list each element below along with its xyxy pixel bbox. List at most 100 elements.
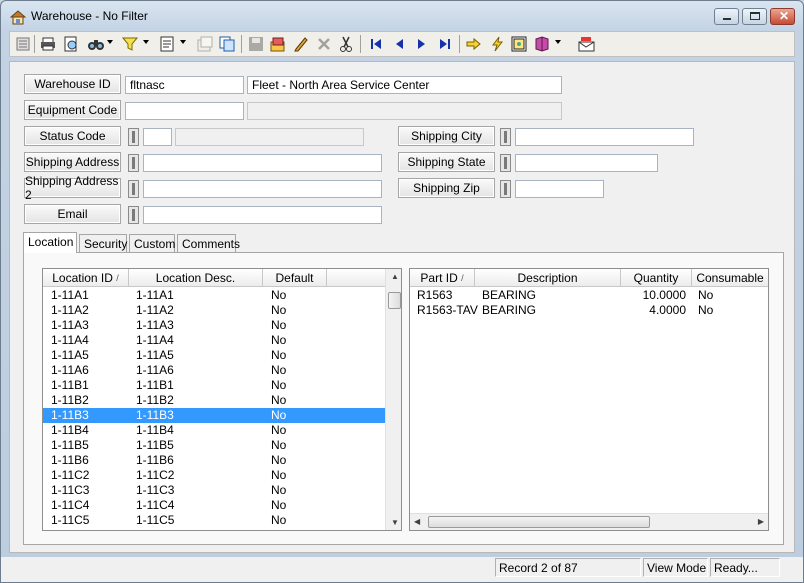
- previous-record-icon[interactable]: [390, 35, 408, 53]
- shipping-city-label-button[interactable]: Shipping City: [398, 126, 495, 146]
- table-row[interactable]: 1-11C2 1-11C2 No: [43, 468, 385, 483]
- first-record-icon[interactable]: [367, 35, 385, 53]
- edit-icon[interactable]: [292, 35, 310, 53]
- maximize-button[interactable]: [742, 8, 767, 25]
- table-cell: No: [271, 363, 287, 377]
- book-dropdown-arrow[interactable]: [555, 40, 561, 44]
- shipping-address-field[interactable]: [143, 154, 382, 172]
- scroll-thumb[interactable]: [428, 516, 650, 528]
- lightning-icon[interactable]: [488, 35, 506, 53]
- warehouse-description-field[interactable]: Fleet - North Area Service Center: [247, 76, 562, 94]
- table-row[interactable]: 1-11A3 1-11A3 No: [43, 318, 385, 333]
- email-handle[interactable]: [128, 206, 139, 224]
- book-icon[interactable]: [533, 35, 551, 53]
- table-row[interactable]: 1-11A1 1-11A1 No: [43, 288, 385, 303]
- column-header-part-id[interactable]: Part ID /: [410, 269, 475, 287]
- close-button[interactable]: ✕: [770, 8, 795, 25]
- table-row[interactable]: 1-11A6 1-11A6 No: [43, 363, 385, 378]
- tab-security[interactable]: Security: [79, 234, 127, 252]
- scroll-down-icon[interactable]: ▼: [391, 518, 399, 527]
- location-grid-vertical-scrollbar[interactable]: ▲ ▼: [385, 269, 401, 530]
- shipping-address2-label-button[interactable]: Shipping Address 2: [24, 174, 121, 202]
- table-row[interactable]: 1-11A2 1-11A2 No: [43, 303, 385, 318]
- column-header-default[interactable]: Default: [263, 269, 327, 287]
- table-row[interactable]: R1563-TAV BEARING 4.0000 No: [410, 303, 768, 318]
- table-row[interactable]: 1-11B6 1-11B6 No: [43, 453, 385, 468]
- parts-grid-horizontal-scrollbar[interactable]: ◀ ▶: [410, 513, 768, 530]
- delete-icon[interactable]: [315, 35, 333, 53]
- picture-icon[interactable]: [510, 35, 528, 53]
- table-row[interactable]: R1563 BEARING 10.0000 No: [410, 288, 768, 303]
- shipping-address-label-button[interactable]: Shipping Address: [24, 152, 121, 172]
- save-icon[interactable]: [247, 35, 265, 53]
- shipping-city-handle[interactable]: [500, 128, 511, 146]
- scroll-thumb[interactable]: [388, 292, 401, 309]
- column-header-location-desc[interactable]: Location Desc.: [129, 269, 263, 287]
- filter-icon[interactable]: [121, 35, 139, 53]
- title-bar[interactable]: Warehouse - No Filter ✕: [1, 1, 803, 31]
- column-header-quantity[interactable]: Quantity: [621, 269, 692, 287]
- tab-comments[interactable]: Comments: [177, 234, 240, 252]
- table-cell: 1-11A2: [51, 303, 89, 317]
- new-record-icon[interactable]: [269, 35, 287, 53]
- shipping-state-field[interactable]: [515, 154, 658, 172]
- equipment-code-label-button[interactable]: Equipment Code: [24, 100, 121, 120]
- table-row[interactable]: 1-11A4 1-11A4 No: [43, 333, 385, 348]
- table-row[interactable]: 1-11C5 1-11C5 No: [43, 513, 385, 528]
- shipping-address-handle[interactable]: [128, 154, 139, 172]
- column-header-location-id[interactable]: Location ID /: [43, 269, 129, 287]
- table-row[interactable]: 1-11A5 1-11A5 No: [43, 348, 385, 363]
- report-dropdown-arrow[interactable]: [180, 40, 186, 44]
- shipping-city-field[interactable]: [515, 128, 694, 146]
- report-icon[interactable]: [158, 35, 176, 53]
- table-cell: 1-11C4: [51, 498, 90, 512]
- properties-icon[interactable]: [196, 35, 214, 53]
- email-field[interactable]: [143, 206, 382, 224]
- table-cell: 1-11A1: [136, 288, 174, 302]
- table-row[interactable]: 1-11B4 1-11B4 No: [43, 423, 385, 438]
- print-icon[interactable]: [39, 35, 57, 53]
- scroll-left-icon[interactable]: ◀: [414, 517, 420, 526]
- next-record-icon[interactable]: [413, 35, 431, 53]
- filter-dropdown-arrow[interactable]: [143, 40, 149, 44]
- shipping-address2-handle[interactable]: [128, 180, 139, 198]
- shipping-address2-field[interactable]: [143, 180, 382, 198]
- table-row[interactable]: 1-11B3 1-11B3 No: [43, 408, 385, 423]
- copy-icon[interactable]: [218, 35, 236, 53]
- email-label-button[interactable]: Email: [24, 204, 121, 224]
- minimize-button[interactable]: [714, 8, 739, 25]
- list-icon[interactable]: [14, 35, 32, 53]
- mail-icon[interactable]: [578, 35, 596, 53]
- equipment-code-field[interactable]: [125, 102, 244, 120]
- warehouse-id-label-button[interactable]: Warehouse ID: [24, 74, 121, 94]
- column-label: Location Desc.: [155, 271, 236, 285]
- tab-custom[interactable]: Custom: [129, 234, 175, 252]
- cut-icon[interactable]: [337, 35, 355, 53]
- shipping-zip-field[interactable]: [515, 180, 604, 198]
- warehouse-id-field[interactable]: fltnasc: [125, 76, 244, 94]
- column-header-consumable[interactable]: Consumable: [692, 269, 768, 287]
- shipping-zip-handle[interactable]: [500, 180, 511, 198]
- shipping-state-handle[interactable]: [500, 154, 511, 172]
- search-dropdown-arrow[interactable]: [107, 40, 113, 44]
- last-record-icon[interactable]: [436, 35, 454, 53]
- status-code-field[interactable]: [143, 128, 172, 146]
- table-row[interactable]: 1-11B1 1-11B1 No: [43, 378, 385, 393]
- scroll-right-icon[interactable]: ▶: [758, 517, 764, 526]
- scroll-up-icon[interactable]: ▲: [391, 272, 399, 281]
- tab-location[interactable]: Location: [23, 232, 77, 253]
- table-row[interactable]: 1-11C3 1-11C3 No: [43, 483, 385, 498]
- binoculars-icon[interactable]: [87, 35, 105, 53]
- column-header-description[interactable]: Description: [475, 269, 621, 287]
- status-code-label-button[interactable]: Status Code: [24, 126, 121, 146]
- shipping-state-label-button[interactable]: Shipping State: [398, 152, 495, 172]
- table-cell: No: [271, 423, 287, 437]
- status-code-lookup-handle[interactable]: [128, 128, 139, 146]
- table-row[interactable]: 1-11C4 1-11C4 No: [43, 498, 385, 513]
- mode-indicator: View Mode: [643, 558, 708, 577]
- shipping-zip-label-button[interactable]: Shipping Zip: [398, 178, 495, 198]
- print-preview-icon[interactable]: [62, 35, 80, 53]
- table-row[interactable]: 1-11B2 1-11B2 No: [43, 393, 385, 408]
- arrow-action-icon[interactable]: [465, 35, 483, 53]
- table-row[interactable]: 1-11B5 1-11B5 No: [43, 438, 385, 453]
